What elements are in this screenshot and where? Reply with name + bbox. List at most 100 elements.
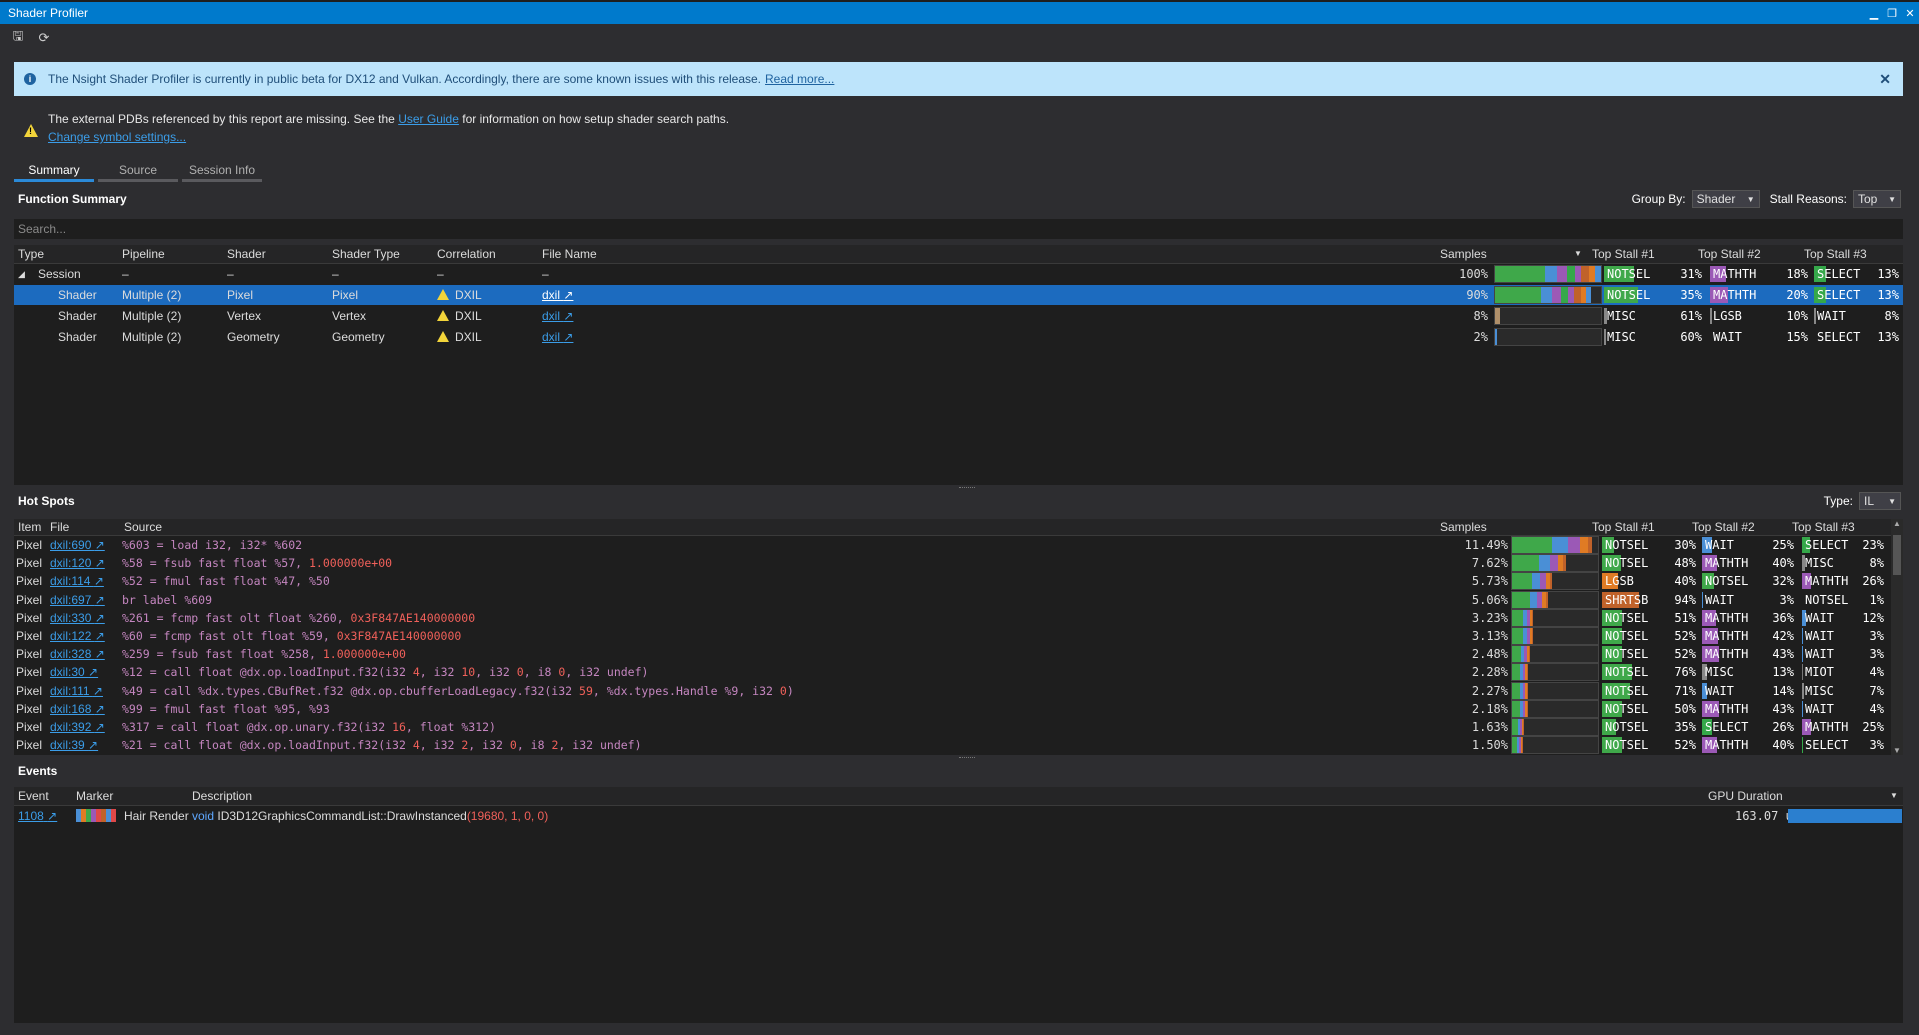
table-row[interactable]: Pixel dxil:114 ↗ %52 = fmul fast float %47…	[14, 572, 1903, 591]
refresh-icon[interactable]: ⟳	[36, 30, 52, 46]
cell-source: %21 = call float @dx.op.loadInput.f32(i3…	[122, 738, 642, 753]
col-top-stall-1[interactable]: Top Stall #1	[1592, 247, 1655, 261]
minimize-icon[interactable]: ▁	[1865, 4, 1883, 22]
col-pipeline[interactable]: Pipeline	[122, 247, 165, 261]
top-stall-1: NOTSEL 35%	[1604, 287, 1706, 303]
event-link[interactable]: 1108 ↗	[18, 809, 57, 823]
table-row[interactable]: Pixel dxil:111 ↗ %49 = call %dx.types.CBuf…	[14, 681, 1903, 700]
file-link[interactable]: dxil:168 ↗	[50, 702, 105, 716]
read-more-link[interactable]: Read more...	[765, 72, 834, 86]
cell-type: Shader	[58, 309, 97, 323]
file-link[interactable]: dxil:328 ↗	[50, 647, 105, 661]
table-row[interactable]: Pixel dxil:39 ↗ %21 = call float @dx.op.lo…	[14, 736, 1903, 755]
table-row[interactable]: Shader Multiple (2) Vertex Vertex DXIL d…	[14, 306, 1903, 326]
table-row[interactable]: Shader Multiple (2) Pixel Pixel DXIL dxi…	[14, 285, 1903, 305]
table-row[interactable]: Pixel dxil:330 ↗ %261 = fcmp fast olt floa…	[14, 608, 1903, 627]
table-row[interactable]: ◢ Session – – – – – 100% NOTSEL 31% MATHT…	[14, 264, 1903, 284]
col-samples[interactable]: Samples	[1440, 520, 1487, 534]
top-stall-1: MISC 61%	[1604, 308, 1706, 324]
warning-icon	[437, 310, 449, 321]
col-top-stall-3[interactable]: Top Stall #3	[1804, 247, 1867, 261]
external-link-icon: ↗	[94, 629, 105, 643]
external-link-icon: ↗	[94, 720, 105, 734]
cell-shader-type: Pixel	[332, 288, 359, 302]
col-item[interactable]: Item	[18, 520, 41, 534]
file-link[interactable]: dxil:122 ↗	[50, 629, 105, 643]
table-row[interactable]: Pixel dxil:168 ↗ %99 = fmul fast float %95…	[14, 699, 1903, 718]
stall-reasons-value: Top	[1858, 192, 1878, 206]
col-shader-type[interactable]: Shader Type	[332, 247, 400, 261]
splitter-handle[interactable]	[14, 486, 1903, 490]
splitter-handle[interactable]	[14, 756, 1903, 760]
warning-icon	[437, 331, 449, 342]
file-link[interactable]: dxil:39 ↗	[50, 738, 98, 752]
col-file-name[interactable]: File Name	[542, 247, 597, 261]
top-stall-3: SELECT 13%	[1817, 330, 1899, 344]
col-top-stall-1[interactable]: Top Stall #1	[1592, 520, 1655, 534]
expand-chevron-icon[interactable]: ◢	[18, 269, 25, 280]
file-link[interactable]: dxil:330 ↗	[50, 611, 105, 625]
table-row[interactable]: Pixel dxil:120 ↗ %58 = fsub fast float %57…	[14, 554, 1903, 573]
table-row[interactable]: Pixel dxil:392 ↗ %317 = call float @dx.op.…	[14, 718, 1903, 736]
file-link[interactable]: dxil:30 ↗	[50, 665, 98, 679]
table-row[interactable]: Shader Multiple (2) Geometry Geometry DX…	[14, 327, 1903, 347]
file-link[interactable]: dxil:690 ↗	[50, 538, 105, 552]
table-row[interactable]: Pixel dxil:690 ↗ %603 = load i32, i32* %60…	[14, 536, 1903, 554]
file-link[interactable]: dxil ↗	[542, 309, 573, 323]
col-marker[interactable]: Marker	[76, 789, 113, 803]
file-link[interactable]: dxil:392 ↗	[50, 720, 105, 734]
top-stall-3: SELECT 13%	[1814, 287, 1903, 303]
duration-bar	[1788, 809, 1902, 823]
table-row[interactable]: Pixel dxil:122 ↗ %60 = fcmp fast olt float…	[14, 627, 1903, 645]
file-link[interactable]: dxil:111 ↗	[50, 684, 103, 698]
tab-session-info[interactable]: Session Info	[182, 160, 262, 182]
samples-bar	[1511, 681, 1599, 700]
col-file[interactable]: File	[50, 520, 69, 534]
type-select[interactable]: IL ▼	[1859, 492, 1901, 510]
marker-swatch	[76, 809, 116, 822]
table-row[interactable]: 1108 ↗ Hair Render void ID3D12GraphicsCo…	[14, 806, 1903, 826]
file-link[interactable]: dxil ↗	[542, 288, 573, 302]
maximize-icon[interactable]: ❐	[1883, 4, 1901, 22]
scroll-thumb[interactable]	[1893, 535, 1901, 575]
table-row[interactable]: Pixel dxil:328 ↗ %259 = fsub fast float %2…	[14, 645, 1903, 664]
hot-spots-header-row: Item File Source Samples Top Stall #1 To…	[14, 519, 1903, 536]
save-icon[interactable]: 🖫	[10, 28, 26, 46]
tab-summary[interactable]: Summary	[14, 160, 94, 182]
external-link-icon: ↗	[94, 701, 105, 716]
top-stall-1: MISC 60%	[1604, 329, 1706, 345]
close-icon[interactable]: ✕	[1901, 4, 1919, 22]
col-top-stall-2[interactable]: Top Stall #2	[1698, 247, 1761, 261]
scroll-up-icon[interactable]: ▲	[1891, 519, 1903, 528]
col-top-stall-2[interactable]: Top Stall #2	[1692, 520, 1755, 534]
col-top-stall-3[interactable]: Top Stall #3	[1792, 520, 1855, 534]
col-event[interactable]: Event	[18, 789, 49, 803]
scrollbar[interactable]: ▲ ▼	[1891, 519, 1903, 755]
cell-samples: 3.13%	[1471, 629, 1508, 643]
col-source[interactable]: Source	[124, 520, 162, 534]
close-banner-icon[interactable]: ✕	[1879, 71, 1891, 88]
file-link[interactable]: dxil ↗	[542, 330, 573, 344]
file-link[interactable]: dxil:114 ↗	[50, 574, 104, 588]
search-input[interactable]: Search...	[14, 219, 1903, 239]
change-symbol-settings-link[interactable]: Change symbol settings...	[48, 130, 186, 144]
file-link[interactable]: dxil:120 ↗	[50, 556, 105, 570]
stall-reasons-select[interactable]: Top ▼	[1853, 190, 1901, 208]
table-row[interactable]: Pixel dxil:30 ↗ %12 = call float @dx.op.lo…	[14, 663, 1903, 682]
group-by-select[interactable]: Shader ▼	[1691, 190, 1760, 208]
table-row[interactable]: Pixel dxil:697 ↗ br label %609 5.06% SHRTSB 9…	[14, 590, 1903, 609]
scroll-down-icon[interactable]: ▼	[1891, 746, 1903, 755]
tab-source[interactable]: Source	[98, 160, 178, 182]
col-gpu-duration[interactable]: GPU Duration	[1708, 789, 1783, 803]
col-shader[interactable]: Shader	[227, 247, 266, 261]
col-type[interactable]: Type	[18, 247, 44, 261]
col-description[interactable]: Description	[192, 789, 252, 803]
user-guide-link[interactable]: User Guide	[398, 112, 459, 126]
warning-message: The external PDBs referenced by this rep…	[24, 112, 729, 144]
cell-file: –	[542, 267, 549, 281]
file-link[interactable]: dxil:697 ↗	[50, 593, 105, 607]
cell-pipeline: Multiple (2)	[122, 288, 182, 302]
col-samples[interactable]: Samples	[1440, 247, 1487, 261]
col-correlation[interactable]: Correlation	[437, 247, 496, 261]
sort-desc-icon: ▼	[1574, 249, 1582, 258]
